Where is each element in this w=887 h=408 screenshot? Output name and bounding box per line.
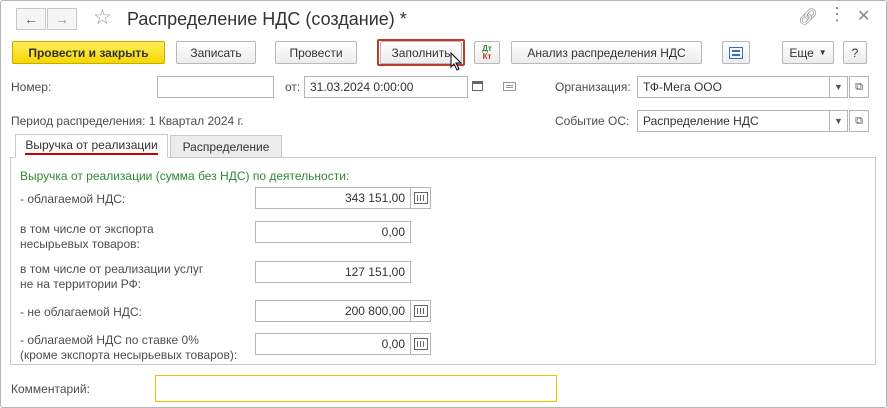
event-label: Событие ОС: [555,114,630,128]
organization-open-button[interactable]: ⧉ [849,76,869,98]
structure-button[interactable] [722,41,750,64]
save-button[interactable]: Записать [176,41,256,64]
favorite-star-icon[interactable]: ☆ [93,5,112,30]
services-input[interactable]: 127 151,00 [255,261,411,283]
row-label-taxable: - облагаемой НДС: [20,192,126,206]
chevron-down-icon: ▼ [834,116,843,126]
calculator-button[interactable] [411,333,431,355]
calculator-button[interactable] [411,187,431,209]
date-label: от: [285,80,301,94]
structure-icon [729,46,743,59]
arrow-right-icon: → [55,11,69,27]
taxable-input[interactable]: 343 151,00 [255,187,411,209]
event-input[interactable]: Распределение НДС [637,110,830,132]
export-input[interactable]: 0,00 [255,221,411,243]
non-taxable-input[interactable]: 200 800,00 [255,300,411,322]
open-window-icon: ⧉ [855,114,863,127]
chevron-down-icon: ▼ [834,82,843,92]
help-button[interactable]: ? [843,41,867,64]
calculator-icon [413,305,428,317]
forward-button[interactable]: → [47,8,77,30]
back-button[interactable]: ← [16,8,46,30]
zero-rate-input[interactable]: 0,00 [255,333,411,355]
more-button[interactable]: Еще ▼ [782,41,834,64]
event-open-button[interactable]: ⧉ [849,110,869,132]
organization-dropdown[interactable]: ▼ [830,76,848,98]
number-label: Номер: [11,80,52,94]
number-input[interactable] [157,76,274,98]
row-label-zero-rate: - облагаемой НДС по ставке 0% (кроме экс… [20,333,238,362]
date-input[interactable]: 31.03.2024 0:00:00 [304,76,468,98]
calculator-icon [413,192,428,204]
chevron-down-icon: ▼ [818,48,827,57]
organization-input[interactable]: ТФ-Мега ООО [637,76,830,98]
section-title: Выручка от реализации (сумма без НДС) по… [20,169,350,183]
open-window-icon: ⧉ [855,80,863,93]
event-dropdown[interactable]: ▼ [830,110,848,132]
calculator-button[interactable] [411,300,431,322]
dt-kt-button[interactable]: Дт Кт [474,41,500,64]
distribution-period: Период распределения: 1 Квартал 2024 г. [11,114,244,128]
post-and-close-button[interactable]: Провести и закрыть [12,41,165,64]
calendar-icon[interactable] [472,81,483,91]
mouse-cursor-icon [450,52,463,71]
more-vertical-icon[interactable]: ⋮ [828,4,846,25]
post-button[interactable]: Провести [275,41,357,64]
window-title: Распределение НДС (создание) * [127,9,407,29]
tab-revenue[interactable]: Выручка от реализации [15,134,168,158]
document-icon[interactable] [503,82,516,91]
arrow-left-icon: ← [24,11,38,27]
row-label-non-taxable: - не облагаемой НДС: [20,305,142,319]
calculator-icon [413,338,428,350]
comment-input[interactable] [155,375,557,402]
tab-distribution[interactable]: Распределение [170,135,282,158]
organization-label: Организация: [555,80,631,94]
close-icon[interactable]: ✕ [857,6,870,26]
link-icon[interactable]: 🔗︎ [798,7,818,27]
row-label-services: в том числе от реализации услуг не на те… [20,262,204,291]
row-label-export: в том числе от экспорта несырьевых товар… [20,222,154,251]
comment-label: Комментарий: [11,382,90,396]
vat-analysis-button[interactable]: Анализ распределения НДС [511,41,702,64]
